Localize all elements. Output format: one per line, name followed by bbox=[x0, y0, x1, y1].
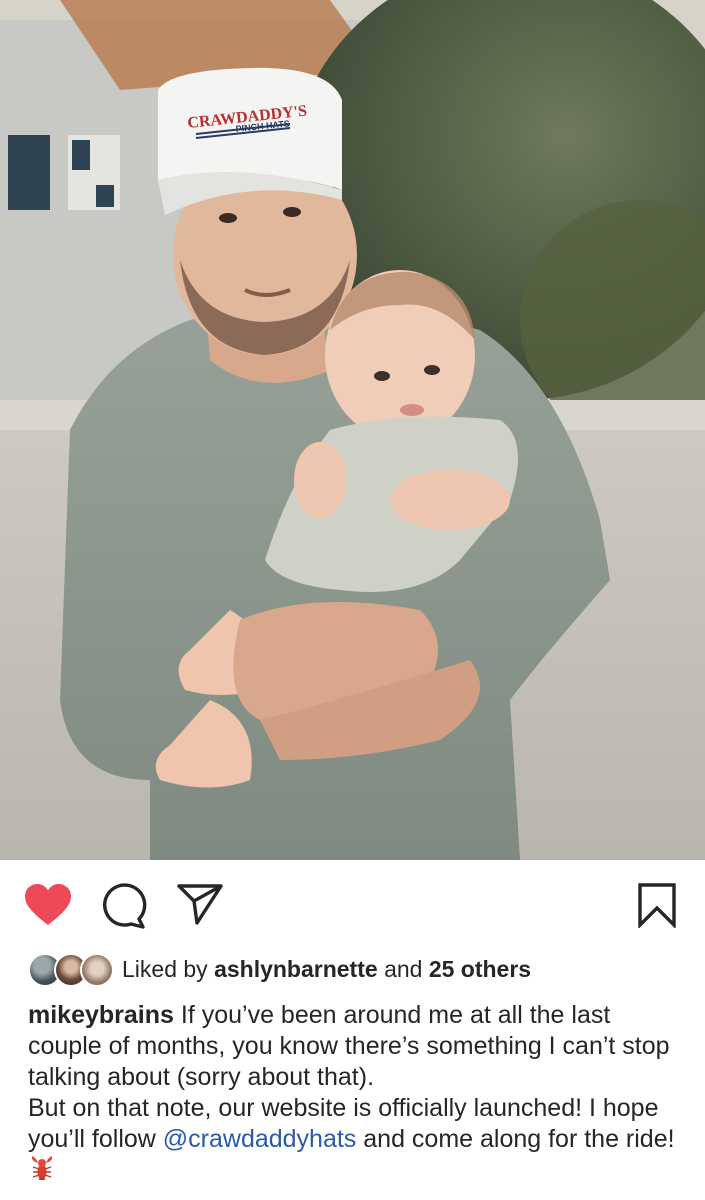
comment-icon bbox=[103, 883, 147, 929]
caption-author-link[interactable]: mikeybrains bbox=[28, 1001, 174, 1029]
post-photo-illustration: CRAWDADDY'S PINCH HATS bbox=[0, 0, 705, 860]
post-photo[interactable]: CRAWDADDY'S PINCH HATS bbox=[0, 0, 705, 860]
liker-username-link[interactable]: ashlynbarnette bbox=[214, 956, 378, 983]
post-caption: mikeybrains If you’ve been around me at … bbox=[28, 1000, 688, 1191]
likes-summary: Liked by ashlynbarnette and 25 others bbox=[28, 950, 531, 988]
like-button[interactable] bbox=[22, 882, 74, 928]
share-button[interactable] bbox=[176, 882, 224, 926]
caption-paragraph-1: mikeybrains If you’ve been around me at … bbox=[28, 1000, 688, 1093]
mention-link[interactable]: @crawdaddyhats bbox=[163, 1125, 357, 1153]
likes-connector: and bbox=[384, 955, 423, 982]
share-icon bbox=[177, 884, 223, 925]
save-button[interactable] bbox=[634, 880, 680, 930]
heart-icon bbox=[25, 884, 71, 925]
comment-button[interactable] bbox=[100, 882, 148, 930]
post-action-bar bbox=[0, 860, 705, 950]
caption-paragraph-2: But on that note, our website is officia… bbox=[28, 1093, 688, 1191]
caption-text: and come along for the ride! bbox=[356, 1125, 675, 1153]
avatar[interactable] bbox=[80, 953, 114, 987]
bookmark-icon bbox=[638, 883, 676, 928]
liked-by-label: Liked by bbox=[122, 955, 208, 982]
likes-others-link[interactable]: 25 others bbox=[429, 956, 531, 983]
lobster-icon bbox=[28, 1155, 56, 1191]
liker-avatars[interactable] bbox=[28, 951, 114, 987]
